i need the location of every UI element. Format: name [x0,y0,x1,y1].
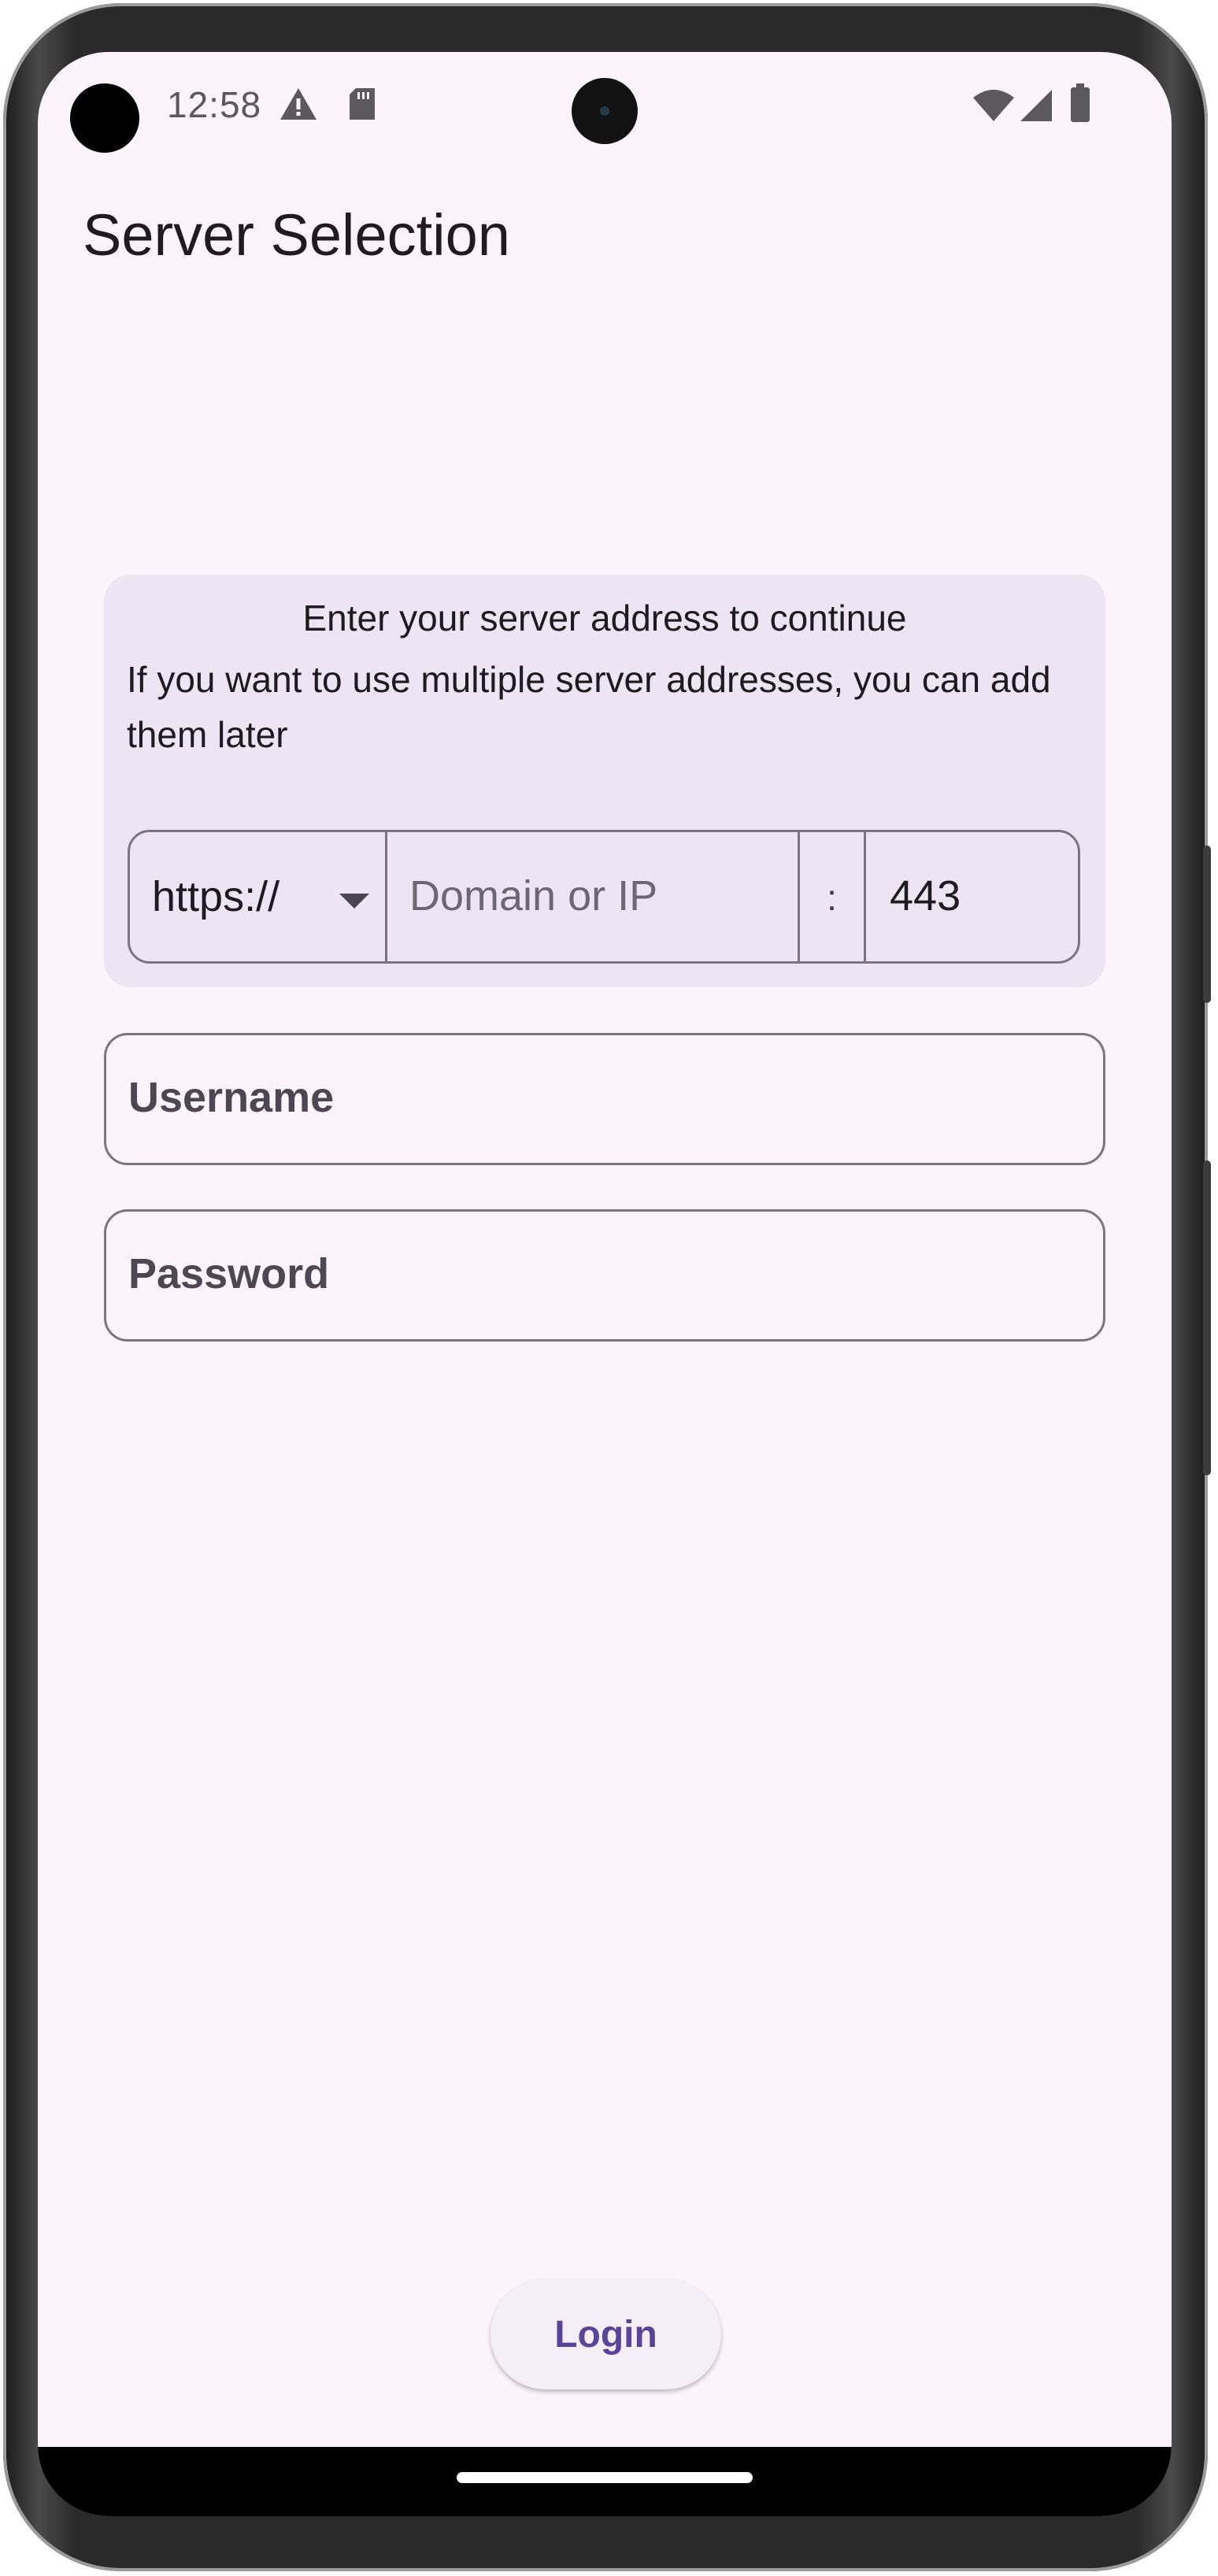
server-address-input-group: https:// Domain or IP : 443 [128,830,1080,964]
status-time: 12:58 [167,84,262,125]
username-field[interactable]: Username [104,1033,1105,1165]
home-indicator[interactable] [457,2472,753,2483]
port-separator: : [800,832,866,961]
port-separator-label: : [827,877,837,918]
signal-icon [1019,88,1053,127]
domain-input[interactable]: Domain or IP [387,832,800,961]
warning-icon [279,87,318,125]
username-placeholder: Username [128,1074,335,1121]
server-address-card: Enter your server address to continue If… [104,575,1105,987]
server-instruction: Enter your server address to continue [302,598,907,638]
front-camera [572,78,638,144]
login-button-label: Login [554,2313,657,2356]
sd-card-icon [346,87,378,125]
protocol-dropdown[interactable]: https:// [130,832,387,961]
chevron-down-icon [339,894,369,909]
protocol-value: https:// [152,873,280,920]
camera-cutout [70,83,139,153]
password-field[interactable]: Password [104,1209,1105,1342]
navigation-bar [38,2447,1172,2516]
port-input[interactable]: 443 [866,832,1078,961]
battery-icon [1069,83,1091,127]
port-value: 443 [890,872,961,920]
domain-placeholder: Domain or IP [409,872,658,920]
volume-button [1203,846,1211,1003]
password-placeholder: Password [128,1250,330,1297]
screen: 12:58 Server Selection Enter your server… [38,52,1172,2516]
status-bar: 12:58 [38,52,1172,162]
server-hint: If you want to use multiple server addre… [127,659,1051,755]
login-button[interactable]: Login [491,2279,721,2389]
power-button [1203,1160,1211,1475]
wifi-icon [972,88,1016,127]
page-title: Server Selection [83,202,510,268]
